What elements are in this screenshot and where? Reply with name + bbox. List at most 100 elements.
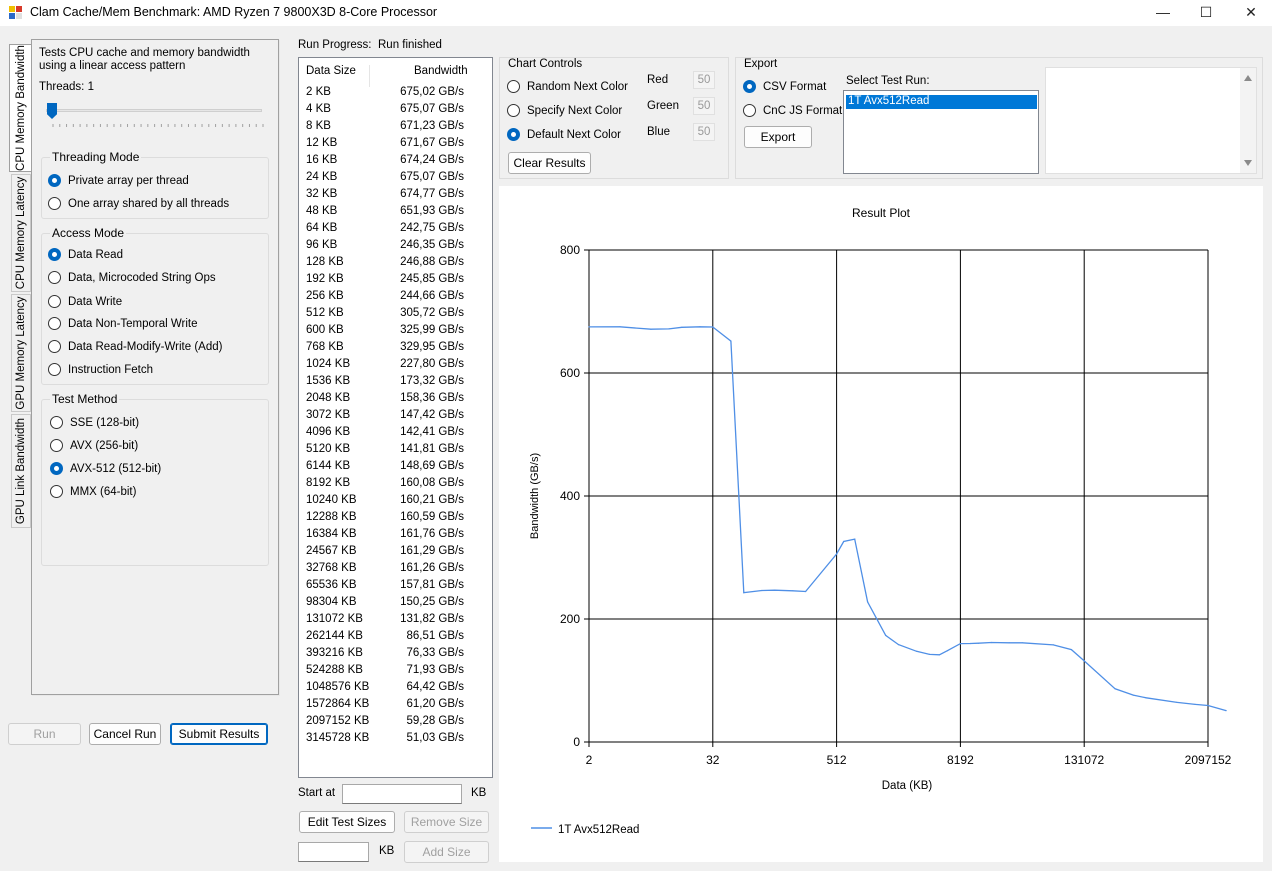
table-row[interactable]: 4 KB 675,07 GB/s bbox=[299, 101, 492, 118]
radio-sse[interactable]: SSE (128-bit) bbox=[50, 416, 139, 429]
table-row[interactable]: 2097152 KB 59,28 GB/s bbox=[299, 713, 492, 730]
tab-cpu-memory-bandwidth[interactable]: CPU Memory Bandwidth bbox=[9, 44, 32, 172]
notes-scrollbar[interactable] bbox=[1240, 68, 1256, 173]
results-list[interactable]: Data Size Bandwidth 2 KB 675,02 GB/s 4 KB 6… bbox=[298, 57, 493, 778]
cell-bandwidth: 227,80 GB/s bbox=[400, 358, 464, 370]
table-row[interactable]: 600 KB 325,99 GB/s bbox=[299, 322, 492, 339]
table-row[interactable]: 1536 KB 173,32 GB/s bbox=[299, 373, 492, 390]
cell-data-size: 393216 KB bbox=[306, 647, 363, 659]
cell-bandwidth: 76,33 GB/s bbox=[406, 647, 464, 659]
radio-mmx[interactable]: MMX (64-bit) bbox=[50, 485, 136, 498]
scroll-down-icon[interactable] bbox=[1244, 160, 1252, 166]
run-button[interactable]: Run bbox=[8, 723, 81, 745]
tab-gpu-memory-latency[interactable]: GPU Memory Latency bbox=[11, 294, 31, 412]
radio-shared-array[interactable]: One array shared by all threads bbox=[48, 197, 229, 210]
table-row[interactable]: 393216 KB 76,33 GB/s bbox=[299, 645, 492, 662]
minimize-icon[interactable]: — bbox=[1140, 0, 1186, 26]
remove-size-button[interactable]: Remove Size bbox=[404, 811, 489, 833]
test-run-listbox[interactable]: 1T Avx512Read bbox=[843, 90, 1039, 174]
cell-data-size: 1536 KB bbox=[306, 375, 351, 387]
table-row[interactable]: 512 KB 305,72 GB/s bbox=[299, 305, 492, 322]
cell-data-size: 131072 KB bbox=[306, 613, 363, 625]
green-input[interactable]: 50 bbox=[693, 97, 715, 115]
table-row[interactable]: 12288 KB 160,59 GB/s bbox=[299, 509, 492, 526]
table-row[interactable]: 98304 KB 150,25 GB/s bbox=[299, 594, 492, 611]
table-row[interactable]: 768 KB 329,95 GB/s bbox=[299, 339, 492, 356]
threads-slider[interactable] bbox=[46, 109, 262, 112]
radio-data-read[interactable]: Data Read bbox=[48, 248, 123, 261]
table-row[interactable]: 24567 KB 161,29 GB/s bbox=[299, 543, 492, 560]
column-header-data-size[interactable]: Data Size bbox=[306, 65, 356, 77]
table-row[interactable]: 2 KB 675,02 GB/s bbox=[299, 84, 492, 101]
tab-gpu-link-bandwidth[interactable]: GPU Link Bandwidth bbox=[11, 414, 31, 528]
table-row[interactable]: 3145728 KB 51,03 GB/s bbox=[299, 730, 492, 747]
table-row[interactable]: 8 KB 671,23 GB/s bbox=[299, 118, 492, 135]
start-at-input[interactable] bbox=[342, 784, 462, 804]
table-row[interactable]: 65536 KB 157,81 GB/s bbox=[299, 577, 492, 594]
maximize-icon[interactable]: ☐ bbox=[1183, 0, 1229, 26]
radio-cnc-js-format[interactable]: CnC JS Format bbox=[743, 104, 842, 117]
table-row[interactable]: 524288 KB 71,93 GB/s bbox=[299, 662, 492, 679]
test-run-item[interactable]: 1T Avx512Read bbox=[846, 95, 1037, 109]
cancel-run-button[interactable]: Cancel Run bbox=[89, 723, 161, 745]
export-button[interactable]: Export bbox=[744, 126, 812, 148]
table-row[interactable]: 3072 KB 147,42 GB/s bbox=[299, 407, 492, 424]
table-row[interactable]: 131072 KB 131,82 GB/s bbox=[299, 611, 492, 628]
table-row[interactable]: 16384 KB 161,76 GB/s bbox=[299, 526, 492, 543]
edit-test-sizes-button[interactable]: Edit Test Sizes bbox=[299, 811, 395, 833]
radio-default-color[interactable]: Default Next Color bbox=[507, 128, 621, 141]
table-row[interactable]: 5120 KB 141,81 GB/s bbox=[299, 441, 492, 458]
radio-instruction-fetch[interactable]: Instruction Fetch bbox=[48, 363, 153, 376]
table-row[interactable]: 1572864 KB 61,20 GB/s bbox=[299, 696, 492, 713]
table-row[interactable]: 48 KB 651,93 GB/s bbox=[299, 203, 492, 220]
table-row[interactable]: 12 KB 671,67 GB/s bbox=[299, 135, 492, 152]
table-row[interactable]: 256 KB 244,66 GB/s bbox=[299, 288, 492, 305]
data-point bbox=[681, 326, 683, 328]
add-size-button[interactable]: Add Size bbox=[404, 841, 489, 863]
data-point bbox=[730, 340, 732, 342]
table-row[interactable]: 96 KB 246,35 GB/s bbox=[299, 237, 492, 254]
radio-data-write[interactable]: Data Write bbox=[48, 295, 122, 308]
notes-textbox[interactable] bbox=[1045, 67, 1257, 174]
table-row[interactable]: 128 KB 246,88 GB/s bbox=[299, 254, 492, 271]
column-header-bandwidth[interactable]: Bandwidth bbox=[414, 65, 468, 77]
tab-cpu-memory-latency[interactable]: CPU Memory Latency bbox=[11, 174, 31, 292]
table-row[interactable]: 24 KB 675,07 GB/s bbox=[299, 169, 492, 186]
radio-private-array[interactable]: Private array per thread bbox=[48, 174, 189, 187]
threads-slider-thumb[interactable] bbox=[47, 103, 57, 119]
table-row[interactable]: 262144 KB 86,51 GB/s bbox=[299, 628, 492, 645]
cell-bandwidth: 59,28 GB/s bbox=[406, 715, 464, 727]
table-row[interactable]: 32 KB 674,77 GB/s bbox=[299, 186, 492, 203]
table-row[interactable]: 2048 KB 158,36 GB/s bbox=[299, 390, 492, 407]
radio-csv-format[interactable]: CSV Format bbox=[743, 80, 826, 93]
radio-avx[interactable]: AVX (256-bit) bbox=[50, 439, 138, 452]
radio-specify-color[interactable]: Specify Next Color bbox=[507, 104, 622, 117]
table-row[interactable]: 16 KB 674,24 GB/s bbox=[299, 152, 492, 169]
table-row[interactable]: 8192 KB 160,08 GB/s bbox=[299, 475, 492, 492]
y-tick-label: 400 bbox=[560, 489, 580, 503]
submit-results-button[interactable]: Submit Results bbox=[170, 723, 268, 745]
select-test-run-label: Select Test Run: bbox=[846, 75, 930, 87]
clear-results-button[interactable]: Clear Results bbox=[508, 152, 591, 174]
table-row[interactable]: 64 KB 242,75 GB/s bbox=[299, 220, 492, 237]
radio-label: CSV Format bbox=[763, 80, 827, 93]
table-row[interactable]: 32768 KB 161,26 GB/s bbox=[299, 560, 492, 577]
table-row[interactable]: 10240 KB 160,21 GB/s bbox=[299, 492, 492, 509]
blue-input[interactable]: 50 bbox=[693, 123, 715, 141]
table-row[interactable]: 192 KB 245,85 GB/s bbox=[299, 271, 492, 288]
data-point bbox=[668, 328, 670, 330]
close-icon[interactable]: ✕ bbox=[1228, 0, 1272, 26]
radio-avx512[interactable]: AVX-512 (512-bit) bbox=[50, 462, 161, 475]
table-row[interactable]: 1024 KB 227,80 GB/s bbox=[299, 356, 492, 373]
table-row[interactable]: 1048576 KB 64,42 GB/s bbox=[299, 679, 492, 696]
table-row[interactable]: 4096 KB 142,41 GB/s bbox=[299, 424, 492, 441]
radio-random-color[interactable]: Random Next Color bbox=[507, 80, 628, 93]
table-row[interactable]: 6144 KB 148,69 GB/s bbox=[299, 458, 492, 475]
radio-read-modify-write[interactable]: Data Read-Modify-Write (Add) bbox=[48, 340, 222, 353]
scroll-up-icon[interactable] bbox=[1244, 75, 1252, 81]
red-input[interactable]: 50 bbox=[693, 71, 715, 89]
add-size-input[interactable] bbox=[298, 842, 369, 862]
radio-non-temporal-write[interactable]: Data Non-Temporal Write bbox=[48, 317, 198, 330]
radio-microcoded-string-ops[interactable]: Data, Microcoded String Ops bbox=[48, 271, 216, 284]
radio-label: Instruction Fetch bbox=[68, 363, 154, 376]
